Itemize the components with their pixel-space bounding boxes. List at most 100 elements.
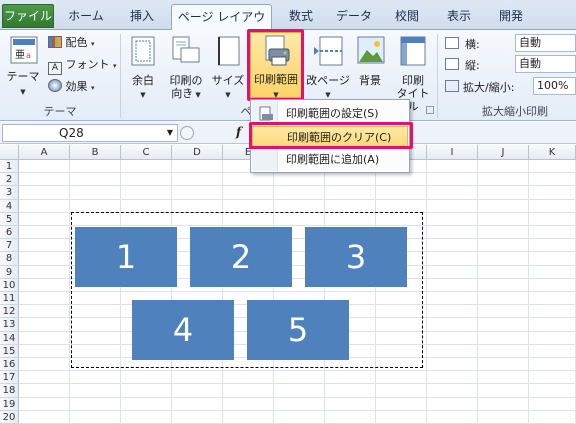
column-header-k[interactable]: K [529, 145, 576, 160]
background-button[interactable]: 背景 [352, 34, 388, 100]
grid-row-line [19, 409, 576, 411]
orientation-label-line1: 印刷の [169, 74, 203, 87]
print-area-highlight-frame [247, 29, 304, 101]
menu-item-add-to-print-area[interactable]: 印刷範囲に追加(A) [252, 149, 408, 170]
tab-developer[interactable]: 開発 [490, 4, 532, 30]
column-header-a[interactable]: A [19, 145, 70, 160]
theme-group-label: テーマ [43, 105, 77, 118]
width-select[interactable]: 自動 [515, 34, 576, 52]
row-header-20[interactable]: 20 [0, 410, 19, 424]
grid-row-line [19, 370, 576, 372]
row-header-1[interactable]: 1 [0, 160, 19, 174]
shape-box-1[interactable]: 1 [75, 227, 177, 287]
tab-data[interactable]: データ [330, 4, 378, 30]
width-label: 横: [465, 38, 480, 51]
grid-column-line [69, 160, 70, 424]
width-icon [445, 37, 459, 49]
shape-box-3[interactable]: 3 [305, 227, 407, 287]
name-box-value: Q28 [59, 126, 84, 140]
tab-view[interactable]: 表示 [438, 4, 480, 30]
themes-button[interactable]: 亜 a テーマ ▼ [4, 34, 42, 100]
tab-review[interactable]: 校閲 [386, 4, 428, 30]
row-header-11[interactable]: 11 [0, 292, 19, 306]
chevron-down-icon: ▼ [166, 128, 173, 137]
row-header-5[interactable]: 5 [0, 212, 19, 226]
row-header-3[interactable]: 3 [0, 186, 19, 200]
colors-label: 配色 [65, 36, 88, 49]
name-box[interactable]: Q28 ▼ [2, 124, 178, 142]
grid-column-line [528, 160, 529, 424]
shape-box-5[interactable]: 5 [247, 300, 349, 360]
grid-row-line [19, 198, 576, 200]
menu-item-set-print-area[interactable]: 印刷範囲の設定(S) [252, 103, 408, 124]
column-header-d[interactable]: D [172, 145, 223, 160]
row-header-19[interactable]: 19 [0, 397, 19, 411]
grid-row-line [19, 383, 576, 385]
chevron-down-icon: ▼ [193, 91, 201, 99]
height-select[interactable]: 自動 [515, 55, 576, 73]
row-header-2[interactable]: 2 [0, 173, 19, 187]
row-header-9[interactable]: 9 [0, 265, 19, 279]
worksheet-grid[interactable]: ABCDEFGHIJK12345678910111213141516171819… [0, 145, 576, 424]
excel-window: ファイル ホーム 挿入 ページ レイアウト 数式 データ 校閲 表示 開発 亜 … [0, 0, 576, 424]
tab-formulas[interactable]: 数式 [280, 4, 322, 30]
row-header-14[interactable]: 14 [0, 331, 19, 345]
breaks-label: 改ページ [306, 74, 350, 87]
effects-button[interactable]: 効果 ▾ [48, 78, 112, 96]
size-label: サイズ [211, 74, 245, 87]
height-label: 縦: [465, 59, 480, 72]
page-setup-dialog-launcher[interactable] [426, 106, 434, 114]
margins-label: 余白 [132, 74, 154, 87]
row-header-7[interactable]: 7 [0, 239, 19, 253]
orientation-label-line2: 向き ▼ [171, 87, 201, 100]
print-titles-label-line1: 印刷 [402, 74, 424, 87]
row-header-16[interactable]: 16 [0, 358, 19, 372]
grid-column-line [426, 160, 427, 424]
column-header-j[interactable]: J [478, 145, 529, 160]
column-header-b[interactable]: B [70, 145, 121, 160]
row-header-12[interactable]: 12 [0, 305, 19, 319]
row-header-4[interactable]: 4 [0, 199, 19, 213]
row-header-10[interactable]: 10 [0, 278, 19, 292]
print-titles-icon [400, 36, 426, 66]
column-header-i[interactable]: I [427, 145, 478, 160]
select-all-corner[interactable] [0, 145, 19, 160]
row-header-13[interactable]: 13 [0, 318, 19, 332]
shape-box-4[interactable]: 4 [132, 300, 234, 360]
orientation-button[interactable]: 印刷の 向き ▼ [164, 34, 208, 100]
margins-button[interactable]: 余白 ▼ [124, 34, 162, 100]
menu-item-label: 印刷範囲に追加(A) [286, 153, 380, 166]
set-print-area-icon [259, 106, 273, 121]
breaks-button[interactable]: 改ページ ▼ [306, 34, 350, 100]
shape-box-2[interactable]: 2 [190, 227, 292, 287]
tab-home[interactable]: ホーム [62, 4, 110, 30]
scale-row: 拡大/縮小: 100% [443, 77, 576, 95]
fonts-button[interactable]: A フォント ▾ [48, 56, 118, 75]
scale-label: 拡大/縮小: [463, 81, 515, 94]
tab-file[interactable]: ファイル [2, 4, 54, 28]
formula-bar-handle[interactable] [180, 126, 194, 140]
chevron-down-icon: ▾ [113, 62, 117, 70]
themes-icon: 亜 a [10, 36, 38, 64]
tab-insert[interactable]: 挿入 [120, 4, 164, 30]
size-button[interactable]: サイズ ▼ [210, 34, 246, 100]
scale-group-label: 拡大縮小印刷 [482, 105, 548, 118]
font-icon: A [48, 62, 62, 75]
effects-icon [48, 79, 62, 92]
print-titles-button[interactable]: 印刷 タイトル [392, 34, 434, 113]
height-icon [445, 58, 459, 70]
margins-icon [131, 36, 155, 66]
row-header-18[interactable]: 18 [0, 384, 19, 398]
column-header-c[interactable]: C [121, 145, 172, 160]
scale-input[interactable]: 100% [533, 77, 576, 95]
row-header-8[interactable]: 8 [0, 252, 19, 266]
fx-icon[interactable]: f [236, 125, 241, 139]
tab-page-layout[interactable]: ページ レイアウト [171, 4, 272, 49]
grid-row-line [19, 185, 576, 187]
effects-label: 効果 [65, 80, 88, 93]
row-header-15[interactable]: 15 [0, 344, 19, 358]
row-header-17[interactable]: 17 [0, 371, 19, 385]
colors-button[interactable]: 配色 ▾ [48, 34, 108, 52]
row-header-6[interactable]: 6 [0, 226, 19, 240]
group-separator [437, 34, 438, 118]
